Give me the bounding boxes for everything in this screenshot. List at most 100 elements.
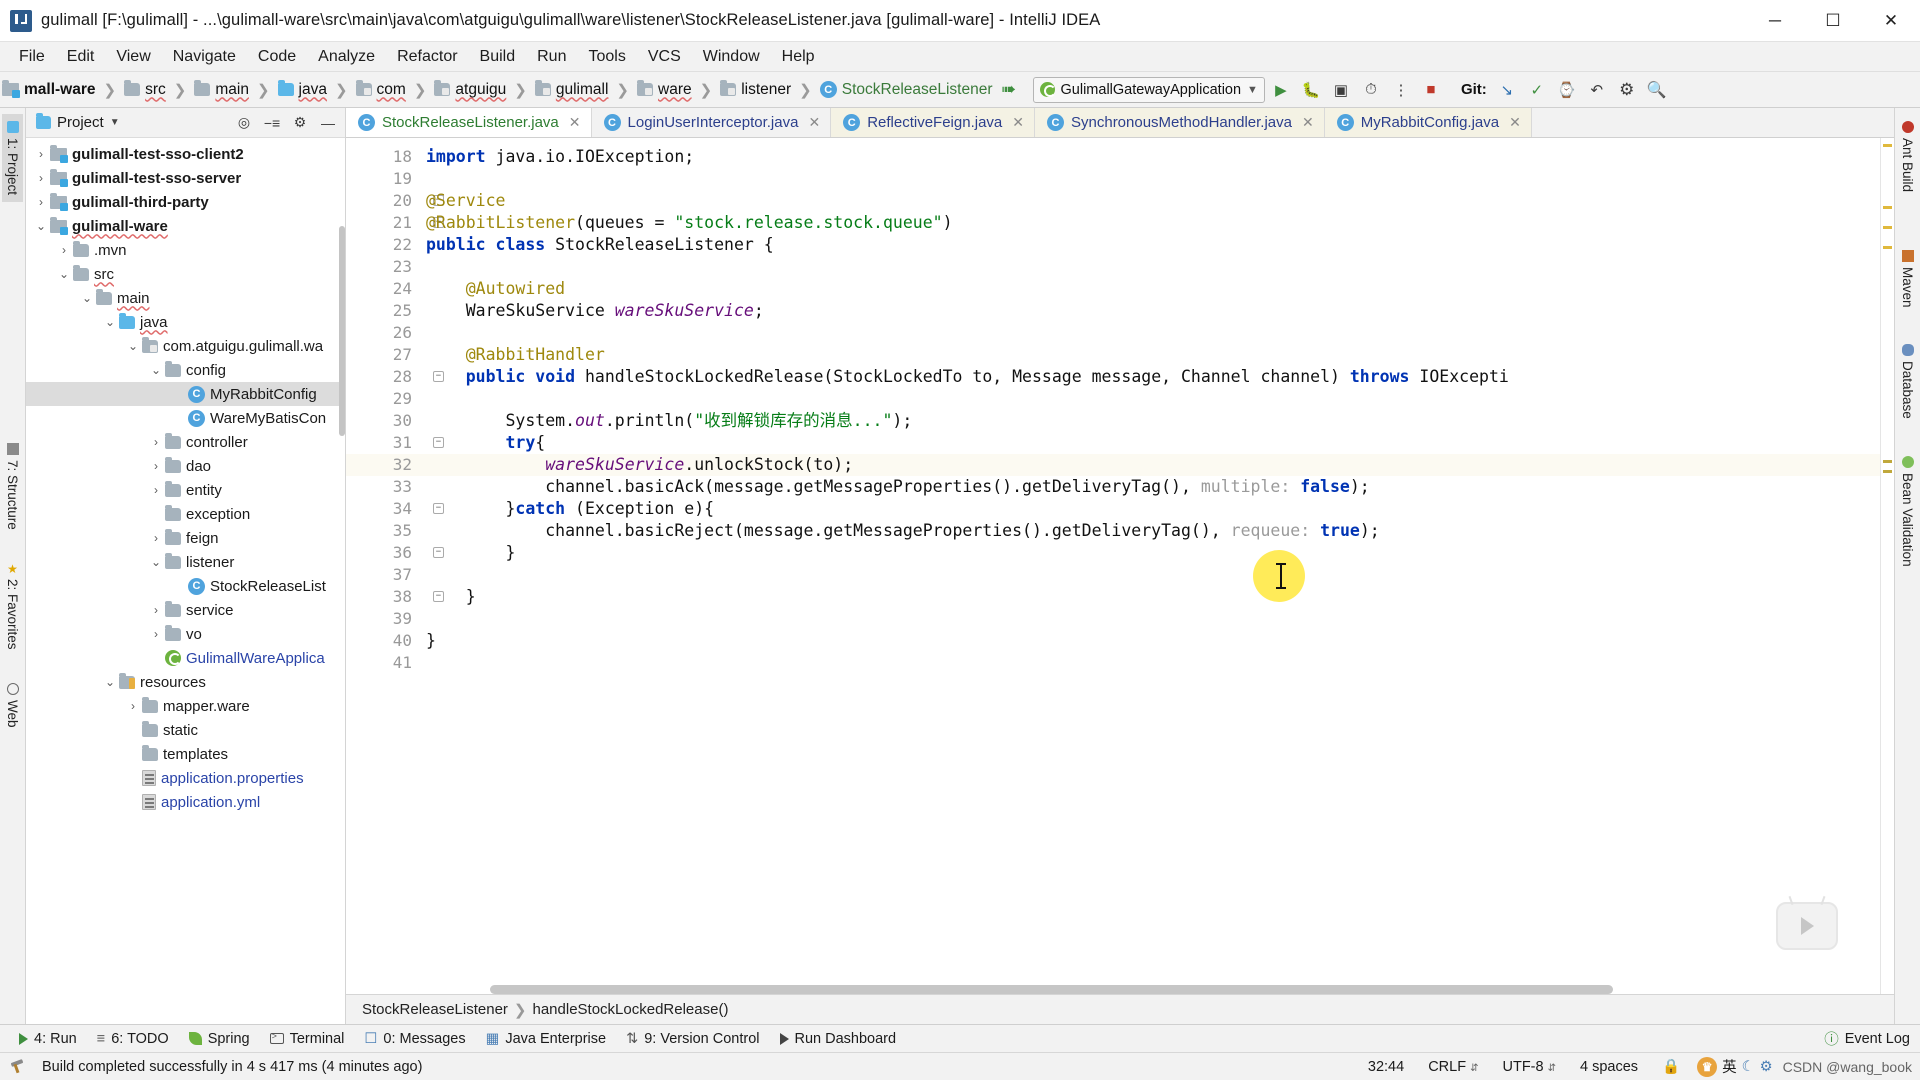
editor-tab-stockreleaselistener[interactable]: C StockReleaseListener.java ✕ — [346, 108, 592, 137]
tool-button-database[interactable]: Database — [1897, 337, 1918, 426]
close-button[interactable]: ✕ — [1862, 0, 1920, 42]
gutter-line-34[interactable]: 34− — [346, 498, 444, 520]
settings-gear-icon[interactable]: ⚙ — [1613, 77, 1641, 103]
hide-panel-icon[interactable]: — — [317, 112, 339, 134]
tree-node-controller[interactable]: › controller — [26, 430, 345, 454]
close-tab-icon[interactable]: ✕ — [1509, 114, 1521, 131]
tool-button-structure[interactable]: 7: Structure — [2, 436, 23, 537]
chevron-down-icon[interactable]: ▼ — [110, 117, 120, 128]
code-line-18[interactable]: import java.io.IOException; — [418, 146, 1880, 168]
tree-node-waremybatiscon[interactable]: C WareMyBatisCon — [26, 406, 345, 430]
code-line-31[interactable]: try{ — [418, 432, 1880, 454]
stop-button[interactable]: ■ — [1417, 77, 1445, 103]
tree-expand-arrow[interactable]: › — [147, 627, 165, 641]
git-commit-icon[interactable]: ✓ — [1523, 77, 1551, 103]
tool-button-spring[interactable]: Spring — [180, 1028, 259, 1050]
tree-expand-arrow[interactable]: ⌄ — [101, 675, 119, 689]
debug-button[interactable]: 🐛 — [1297, 77, 1325, 103]
menu-item-file[interactable]: File — [8, 45, 56, 69]
tree-node--mvn[interactable]: › .mvn — [26, 238, 345, 262]
gutter-line-29[interactable]: 29 — [346, 388, 418, 410]
code-line-33[interactable]: channel.basicAck(message.getMessagePrope… — [418, 476, 1880, 498]
breadcrumb-class[interactable]: StockReleaseListener — [362, 1001, 508, 1018]
tree-expand-arrow[interactable]: ⌄ — [147, 363, 165, 377]
menu-item-view[interactable]: View — [105, 45, 161, 69]
menu-item-window[interactable]: Window — [692, 45, 771, 69]
tree-node-feign[interactable]: › feign — [26, 526, 345, 550]
tree-node-application-yml[interactable]: application.yml — [26, 790, 345, 814]
history-icon[interactable]: ⌚ — [1553, 77, 1581, 103]
collapse-all-icon[interactable]: −≡ — [261, 112, 283, 134]
gutter-line-38[interactable]: 38− — [346, 586, 444, 608]
menu-item-help[interactable]: Help — [771, 45, 826, 69]
tool-button-java-enterprise[interactable]: ▦ Java Enterprise — [477, 1028, 615, 1050]
scrollbar-thumb[interactable] — [490, 985, 1614, 994]
tree-expand-arrow[interactable]: › — [32, 147, 50, 161]
git-update-icon[interactable]: ↘ — [1493, 77, 1521, 103]
tool-button-project[interactable]: 1: Project — [2, 114, 23, 203]
tree-node-java[interactable]: ⌄ java — [26, 310, 345, 334]
breadcrumb-item-listener[interactable]: listener — [718, 79, 793, 101]
code-line-38[interactable]: } — [418, 586, 1880, 608]
gutter-line-41[interactable]: 41 — [346, 652, 418, 674]
code-line-23[interactable] — [418, 256, 1880, 278]
tree-node-dao[interactable]: › dao — [26, 454, 345, 478]
menu-item-tools[interactable]: Tools — [577, 45, 636, 69]
gutter-line-20[interactable]: 20− — [346, 190, 444, 212]
tree-expand-arrow[interactable]: › — [147, 603, 165, 617]
tree-expand-arrow[interactable]: › — [147, 435, 165, 449]
gutter-line-19[interactable]: 19 — [346, 168, 418, 190]
menu-item-navigate[interactable]: Navigate — [162, 45, 247, 69]
menu-item-build[interactable]: Build — [469, 45, 527, 69]
tree-expand-arrow[interactable]: › — [147, 459, 165, 473]
menu-item-analyze[interactable]: Analyze — [307, 45, 386, 69]
code-line-26[interactable] — [418, 322, 1880, 344]
code-line-39[interactable] — [418, 608, 1880, 630]
gutter-line-31[interactable]: 31− — [346, 432, 444, 454]
editor-code[interactable]: import java.io.IOException; @Service @Rab… — [418, 138, 1880, 994]
undo-icon[interactable]: ↶ — [1583, 77, 1611, 103]
close-tab-icon[interactable]: ✕ — [808, 114, 820, 131]
code-line-37[interactable] — [418, 564, 1880, 586]
tree-node-exception[interactable]: exception — [26, 502, 345, 526]
tree-expand-arrow[interactable]: ⌄ — [32, 219, 50, 233]
close-tab-icon[interactable]: ✕ — [569, 114, 581, 131]
tree-node-mapper-ware[interactable]: › mapper.ware — [26, 694, 345, 718]
editor-tab-loginuserinterceptor[interactable]: C LoginUserInterceptor.java ✕ — [592, 108, 832, 137]
tree-node-listener[interactable]: ⌄ listener — [26, 550, 345, 574]
editor-gutter[interactable]: 18 19 20−21−22 23 24 25 26 27 28−29 30 31−32 33 34−3… — [346, 138, 444, 994]
panel-settings-gear-icon[interactable]: ⚙ — [289, 112, 311, 134]
menu-item-edit[interactable]: Edit — [56, 45, 106, 69]
code-line-20[interactable]: @Service — [418, 190, 1880, 212]
tree-expand-arrow[interactable]: ⌄ — [78, 291, 96, 305]
tree-node-gulimall-third-party[interactable]: › gulimall-third-party — [26, 190, 345, 214]
menu-item-run[interactable]: Run — [526, 45, 577, 69]
gutter-line-32[interactable]: 32 — [346, 454, 418, 476]
tool-button-maven[interactable]: Maven — [1897, 243, 1918, 315]
editor-marker-column[interactable] — [1880, 138, 1894, 994]
menu-item-code[interactable]: Code — [247, 45, 307, 69]
ime-indicator[interactable]: ♛ 英 ☾ ⚙ — [1697, 1056, 1773, 1077]
event-log-button[interactable]: ⓘ Event Log — [1814, 1025, 1920, 1052]
tree-expand-arrow[interactable]: ⌄ — [55, 267, 73, 281]
run-button[interactable]: ▶ — [1267, 77, 1295, 103]
tool-button-run-dashboard[interactable]: Run Dashboard — [771, 1028, 906, 1050]
menu-item-refactor[interactable]: Refactor — [386, 45, 468, 69]
minimize-button[interactable]: ─ — [1746, 0, 1804, 42]
tree-node-gulimallwareapplica[interactable]: GulimallWareApplica — [26, 646, 345, 670]
code-line-41[interactable] — [418, 652, 1880, 674]
project-tree[interactable]: › gulimall-test-sso-client2 › gulimall-test… — [26, 138, 345, 1024]
gutter-line-33[interactable]: 33 — [346, 476, 418, 498]
editor-tab-reflectivefeign[interactable]: C ReflectiveFeign.java ✕ — [831, 108, 1035, 137]
tree-node-myrabbitconfig[interactable]: C MyRabbitConfig — [26, 382, 345, 406]
close-tab-icon[interactable]: ✕ — [1012, 114, 1024, 131]
gutter-line-27[interactable]: 27 — [346, 344, 418, 366]
tree-expand-arrow[interactable]: ⌄ — [101, 315, 119, 329]
code-line-27[interactable]: @RabbitHandler — [418, 344, 1880, 366]
caret-position[interactable]: 32:44 — [1361, 1057, 1411, 1077]
gutter-line-24[interactable]: 24 — [346, 278, 418, 300]
tool-button-version-control[interactable]: ⇅ 9: Version Control — [617, 1028, 768, 1050]
tree-expand-arrow[interactable]: ⌄ — [124, 339, 142, 353]
tree-node-resources[interactable]: ⌄ resources — [26, 670, 345, 694]
profile-button[interactable]: ⏱ — [1357, 77, 1385, 103]
